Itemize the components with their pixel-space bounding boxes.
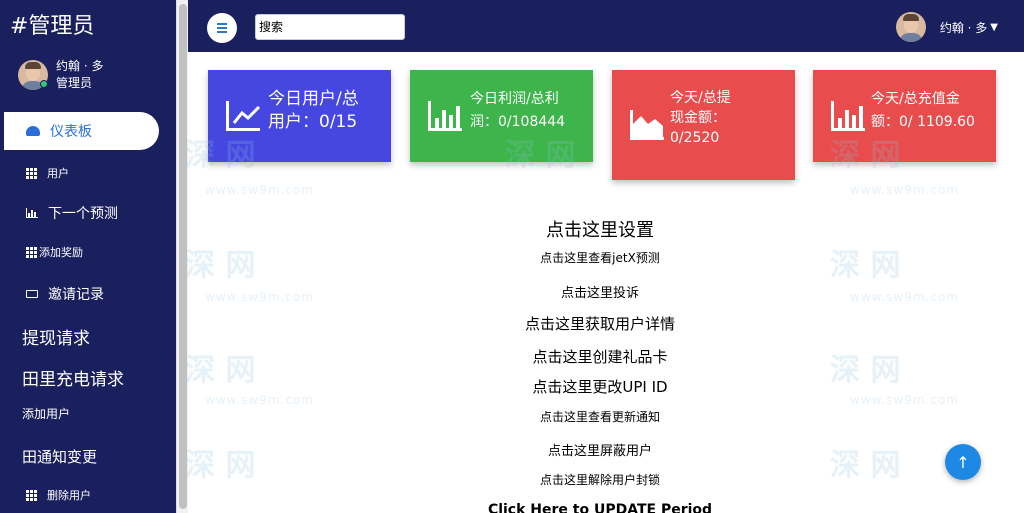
- sidebar-section-add-user[interactable]: 添加用户: [22, 405, 70, 422]
- sidebar-user-name: 约翰 · 多: [56, 59, 104, 73]
- grid-icon: [26, 246, 37, 258]
- link-change-upi[interactable]: 点击这里更改UPI ID: [420, 376, 780, 397]
- avatar: [895, 12, 926, 42]
- sidebar-section-recharge-requests[interactable]: 田里充电请求: [22, 365, 124, 390]
- watermark: 深 网: [185, 448, 256, 483]
- sidebar-item-label: 用户: [47, 167, 69, 180]
- watermark: www.sw9m.com: [850, 183, 959, 197]
- stat-card-title: 今天/总提: [670, 90, 731, 106]
- bar-chart-icon: [831, 101, 865, 131]
- sidebar-item-label: 删除用户: [47, 489, 91, 502]
- line-chart-icon: [226, 101, 261, 131]
- grid-icon: [26, 167, 37, 179]
- stat-card-title: 今日用户/总: [268, 89, 359, 109]
- user-menu[interactable]: 约翰 · 多 ▼: [895, 12, 998, 42]
- bar-chart-icon: [428, 101, 462, 131]
- admin-dashboard: #管理员 约翰 · 多 管理员 仪表板 用户 下一个预测 添加奖励 邀请记录 提…: [0, 0, 1024, 513]
- watermark: 深 网: [830, 353, 901, 388]
- link-user-details[interactable]: 点击这里获取用户详情: [420, 313, 780, 334]
- watermark: 深 网: [830, 138, 901, 173]
- sidebar-item-dashboard[interactable]: 仪表板: [4, 112, 159, 150]
- stat-card-title: 今日利润/总利: [470, 91, 559, 107]
- sidebar-item-label: 添加奖励: [39, 246, 83, 259]
- link-block-user[interactable]: 点击这里屏蔽用户: [420, 440, 780, 459]
- link-update-period[interactable]: Click Here to UPDATE Period: [420, 502, 780, 513]
- link-unblock-user[interactable]: 点击这里解除用户封锁: [420, 471, 780, 488]
- watermark: www.sw9m.com: [850, 290, 959, 304]
- sidebar-item-users[interactable]: 用户: [26, 165, 69, 181]
- sidebar: #管理员 约翰 · 多 管理员 仪表板 用户 下一个预测 添加奖励 邀请记录 提…: [0, 0, 176, 513]
- dashboard-icon: [26, 126, 40, 136]
- topbar: 约翰 · 多 ▼: [188, 0, 1024, 52]
- bar-chart-icon: [26, 208, 38, 218]
- arrow-up-icon: ↑: [956, 452, 970, 472]
- stat-card-subtitle: 现金额：: [670, 110, 726, 126]
- watermark: 深 网: [505, 138, 576, 173]
- area-chart-icon: [630, 110, 664, 140]
- watermark: www.sw9m.com: [205, 290, 314, 304]
- link-update-notice[interactable]: 点击这里查看更新通知: [420, 408, 780, 425]
- stat-card-value: 0/2520: [670, 130, 720, 146]
- grid-icon: [26, 489, 37, 501]
- watermark: 深 网: [830, 448, 901, 483]
- watermark: www.sw9m.com: [205, 393, 314, 407]
- watermark: www.sw9m.com: [850, 393, 959, 407]
- sidebar-section-notification-change[interactable]: 田通知变更: [22, 446, 97, 467]
- watermark: 深 网: [185, 353, 256, 388]
- watermark: 深 网: [185, 248, 256, 283]
- sidebar-item-add-reward[interactable]: 添加奖励: [26, 244, 83, 260]
- stat-card-value: 用户：0/15: [268, 112, 358, 132]
- link-create-gift-card[interactable]: 点击这里创建礼品卡: [420, 346, 780, 367]
- link-settings[interactable]: 点击这里设置: [420, 216, 780, 242]
- sidebar-item-invite-records[interactable]: 邀请记录: [26, 284, 104, 304]
- link-jetx-prediction[interactable]: 点击这里查看jetX预测: [420, 249, 780, 266]
- watermark: 深 网: [185, 138, 256, 173]
- sidebar-item-next-prediction[interactable]: 下一个预测: [26, 203, 118, 223]
- sidebar-section-withdraw-requests[interactable]: 提现请求: [22, 324, 90, 349]
- stat-card-title: 今天/总充值金: [871, 91, 960, 107]
- menu-toggle-button[interactable]: [207, 13, 237, 43]
- search-input[interactable]: [255, 14, 405, 40]
- user-name: 约翰 · 多: [939, 20, 988, 35]
- watermark: 深 网: [830, 248, 901, 283]
- sidebar-item-delete-user[interactable]: 删除用户: [26, 487, 91, 503]
- hamburger-icon: [217, 23, 227, 25]
- chevron-down-icon: ▼: [990, 21, 998, 33]
- online-status-dot: [40, 80, 48, 88]
- link-complaint[interactable]: 点击这里投诉: [420, 282, 780, 301]
- sidebar-user-role: 管理员: [56, 76, 93, 90]
- scroll-top-button[interactable]: ↑: [945, 444, 981, 480]
- stat-card-withdraw[interactable]: 今天/总提 现金额： 0/2520: [612, 70, 795, 180]
- sidebar-item-label: 下一个预测: [48, 206, 118, 222]
- watermark: www.sw9m.com: [205, 183, 314, 197]
- brand-title: #管理员: [10, 14, 95, 39]
- sidebar-item-label: 仪表板: [50, 124, 92, 140]
- keyboard-icon: [26, 290, 38, 298]
- sidebar-profile[interactable]: 约翰 · 多 管理员: [18, 58, 103, 92]
- sidebar-item-label: 邀请记录: [48, 287, 104, 303]
